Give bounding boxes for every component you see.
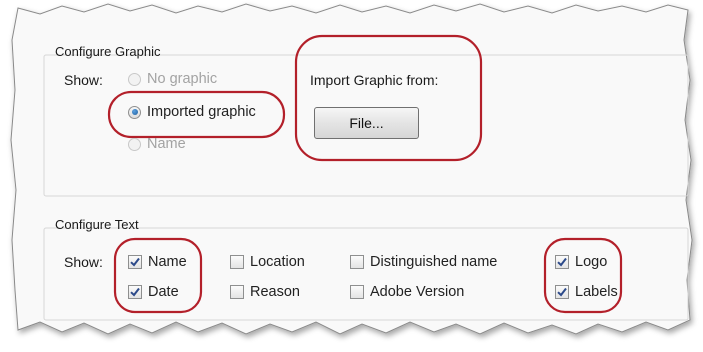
check-icon xyxy=(557,257,567,267)
checkbox-distinguished-name-label: Distinguished name xyxy=(370,254,498,270)
checkbox-name[interactable]: Name xyxy=(128,254,187,270)
checkbox-name-label: Name xyxy=(148,254,187,270)
checkbox-name-box[interactable] xyxy=(128,255,142,269)
checkbox-location[interactable]: Location xyxy=(230,254,305,270)
check-icon xyxy=(557,287,567,297)
file-button[interactable]: File... xyxy=(314,107,419,139)
radio-name[interactable]: Name xyxy=(128,136,186,152)
checkbox-reason-box[interactable] xyxy=(230,285,244,299)
dialog-excerpt: Configure Graphic Show: No graphic Impor… xyxy=(0,0,703,352)
graphic-show-label: Show: xyxy=(64,72,103,88)
text-show-label: Show: xyxy=(64,254,103,270)
checkbox-date[interactable]: Date xyxy=(128,284,179,300)
radio-imported-graphic-label: Imported graphic xyxy=(147,104,256,120)
checkbox-logo-label: Logo xyxy=(575,254,608,270)
check-icon xyxy=(130,257,140,267)
checkbox-location-box[interactable] xyxy=(230,255,244,269)
radio-imported-graphic-button[interactable] xyxy=(128,105,141,119)
radio-no-graphic-label: No graphic xyxy=(147,71,218,87)
checkbox-adobe-version-box[interactable] xyxy=(350,285,364,299)
import-graphic-label: Import Graphic from: xyxy=(310,72,439,88)
checkbox-distinguished-name[interactable]: Distinguished name xyxy=(350,254,497,270)
checkbox-distinguished-name-box[interactable] xyxy=(350,255,364,269)
checkbox-logo[interactable]: Logo xyxy=(555,254,607,270)
radio-imported-graphic[interactable]: Imported graphic xyxy=(128,104,256,120)
checkbox-adobe-version-label: Adobe Version xyxy=(370,284,465,300)
checkbox-labels-box[interactable] xyxy=(555,285,569,299)
checkbox-location-label: Location xyxy=(250,254,305,270)
check-icon xyxy=(130,287,140,297)
radio-selected-dot xyxy=(131,109,138,115)
checkbox-date-label: Date xyxy=(148,284,179,300)
radio-name-button[interactable] xyxy=(128,137,141,151)
checkbox-reason[interactable]: Reason xyxy=(230,284,300,300)
checkbox-labels-label: Labels xyxy=(575,284,618,300)
radio-no-graphic-button[interactable] xyxy=(128,72,141,86)
checkbox-logo-box[interactable] xyxy=(555,255,569,269)
configure-text-title: Configure Text xyxy=(55,217,139,232)
radio-no-graphic[interactable]: No graphic xyxy=(128,71,217,87)
checkbox-adobe-version[interactable]: Adobe Version xyxy=(350,284,464,300)
checkbox-reason-label: Reason xyxy=(250,284,300,300)
radio-name-label: Name xyxy=(147,136,186,152)
checkbox-date-box[interactable] xyxy=(128,285,142,299)
checkbox-labels[interactable]: Labels xyxy=(555,284,618,300)
configure-graphic-title: Configure Graphic xyxy=(55,44,161,59)
